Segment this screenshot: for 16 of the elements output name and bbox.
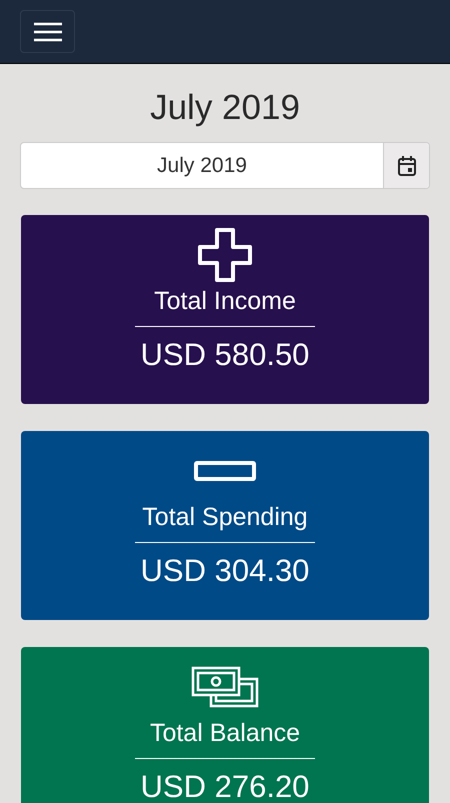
banknotes-icon bbox=[191, 666, 259, 708]
plus-icon bbox=[198, 228, 252, 282]
card-title: Total Income bbox=[154, 286, 296, 316]
card-amount: USD 276.20 bbox=[140, 769, 310, 803]
card-title: Total Balance bbox=[150, 718, 300, 748]
minus-icon bbox=[194, 460, 256, 482]
card-amount: USD 304.30 bbox=[140, 553, 310, 589]
menu-button[interactable] bbox=[20, 10, 75, 53]
page-title: July 2019 bbox=[149, 88, 301, 128]
card-amount: USD 580.50 bbox=[140, 337, 310, 373]
calendar-button[interactable] bbox=[383, 143, 429, 188]
card-title: Total Spending bbox=[142, 502, 308, 532]
month-input[interactable]: July 2019 bbox=[21, 143, 383, 188]
calendar-icon bbox=[398, 156, 416, 176]
month-field[interactable]: July 2019 bbox=[20, 142, 430, 189]
menu-icon bbox=[34, 22, 62, 42]
